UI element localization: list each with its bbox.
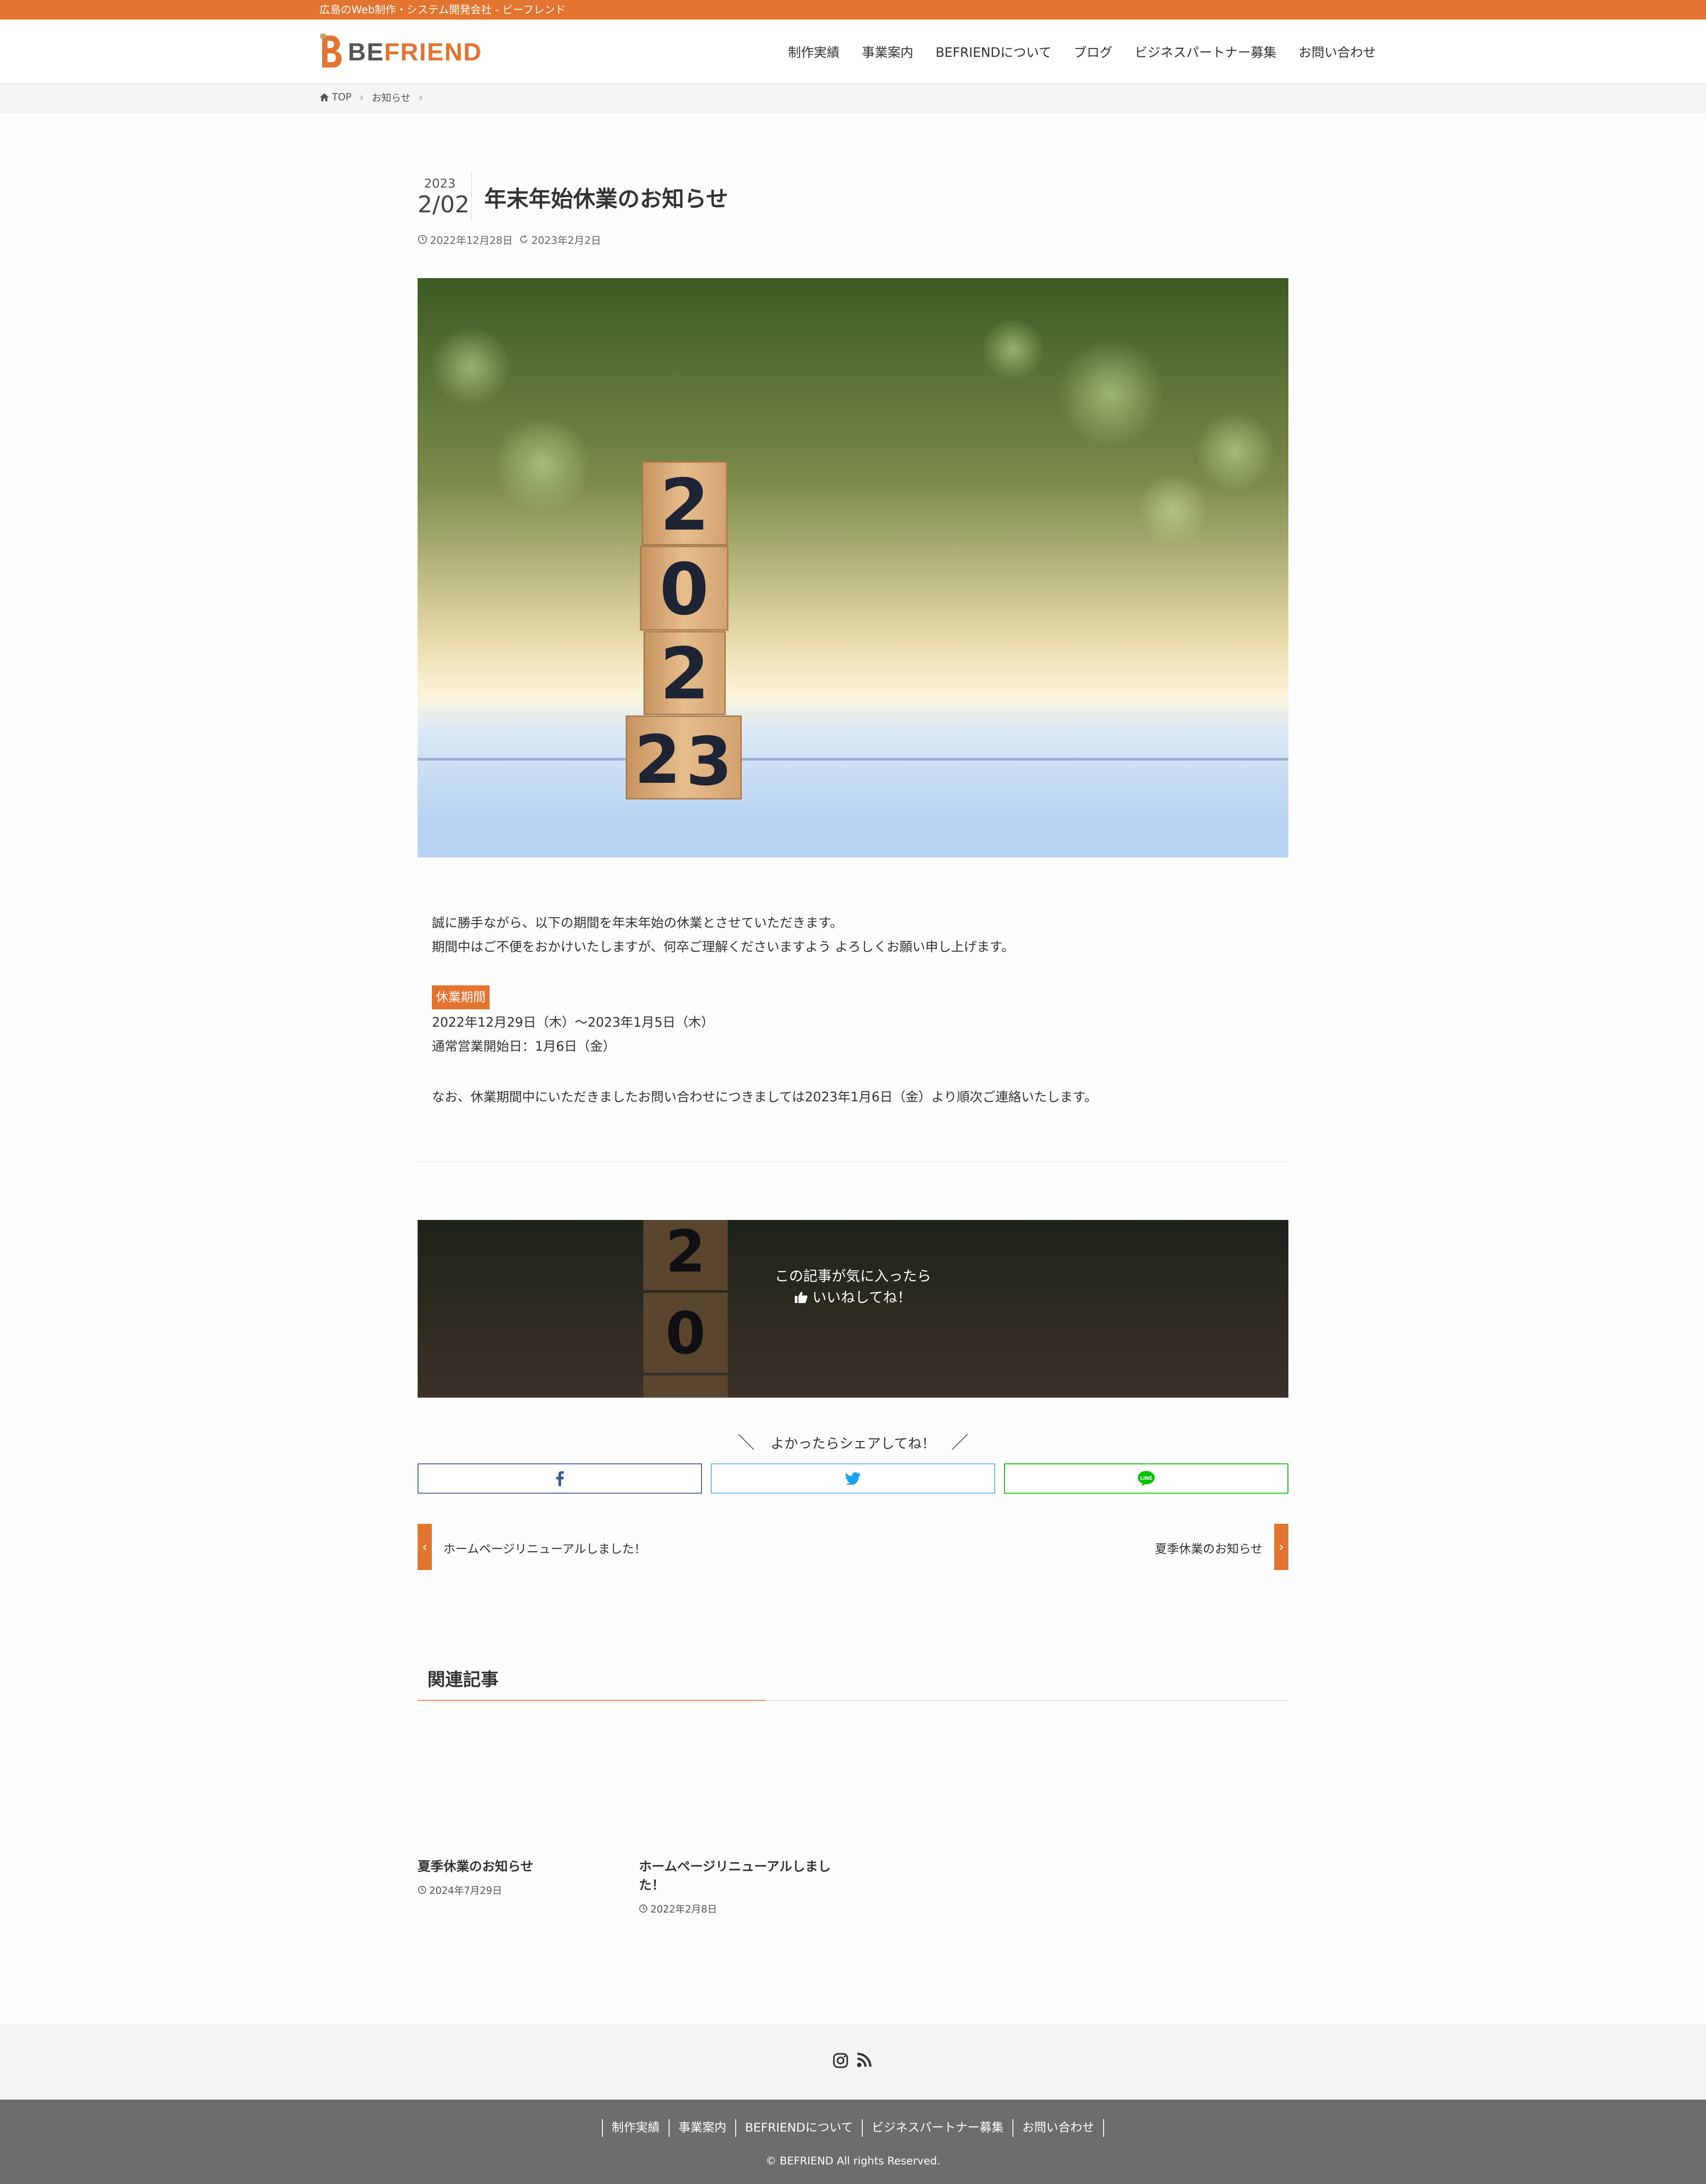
breadcrumb-category[interactable]: お知らせ [372, 90, 411, 104]
post-date-year: 2023 [424, 176, 456, 191]
related-item-1-date: 2024年7月29日 [418, 1883, 502, 1897]
home-icon [320, 93, 329, 101]
nav-contact[interactable]: お問い合わせ [1299, 42, 1376, 61]
clock-icon [418, 1885, 426, 1894]
share-heading-text: よかったらシェアしてね！ [770, 1436, 936, 1452]
next-post-tab[interactable]: › [1274, 1524, 1288, 1570]
share-line-button[interactable]: LINE [1004, 1463, 1288, 1494]
hero-digit-4: 2 [634, 721, 681, 799]
logo-b-icon [320, 34, 342, 68]
prev-post-tab[interactable]: ‹ [418, 1524, 432, 1570]
published-date: 2022年12月28日 [418, 232, 513, 247]
related-heading-accent [418, 1700, 766, 1701]
featured-image-art: 2 0 2 2 3 [418, 278, 1288, 857]
like-box-background: 2 0 [418, 1220, 1288, 1398]
like-line-2: いいねしてね！ [812, 1289, 912, 1306]
like-box-text: この記事が気に入ったら いいねしてね！ [418, 1265, 1288, 1308]
nav-services[interactable]: 事業案内 [862, 42, 913, 61]
line-icon-label: LINE [1140, 1475, 1152, 1481]
title-divider [471, 171, 472, 221]
top-bar: 広島のWeb制作・システム開発会社 - ビーフレンド [0, 0, 1706, 20]
updated-date-text: 2023年2月2日 [531, 235, 601, 247]
post-date-month-day: 2/02 [418, 191, 470, 218]
share-facebook-button[interactable] [418, 1463, 702, 1494]
nav-blog[interactable]: ブログ [1074, 42, 1112, 61]
updated-date: 2023年2月2日 [519, 232, 601, 247]
footer-nav-works[interactable]: 制作実績 [602, 2119, 669, 2137]
published-date-text: 2022年12月28日 [430, 235, 513, 247]
site-tagline: 広島のWeb制作・システム開発会社 - ビーフレンド [319, 4, 566, 16]
nav-works[interactable]: 制作実績 [788, 42, 840, 61]
share-heading: ＼ よかったらシェアしてね！ ／ [418, 1429, 1288, 1453]
hero-digit-5: 3 [686, 723, 732, 801]
logo-wordmark: BEFRIEND [348, 37, 482, 66]
instagram-icon[interactable] [833, 2052, 849, 2068]
breadcrumb: TOP › お知らせ › [0, 84, 1706, 113]
hero-digit-3: 2 [660, 632, 709, 715]
post-date-box: 2023 2/02 [418, 176, 470, 218]
logo-be: BE [348, 37, 384, 66]
logo-friend: FRIEND [384, 37, 482, 66]
closure-period-details: 2022年12月29日（木）〜2023年1月5日（木） 通常営業開始日：1月6日… [432, 1010, 714, 1058]
hero-digit-1: 2 [660, 463, 709, 546]
footer-nav-partner[interactable]: ビジネスパートナー募集 [862, 2119, 1012, 2137]
post-meta: 2022年12月28日 2023年2月2日 [418, 232, 601, 247]
closure-period-badge: 休業期間 [432, 985, 490, 1009]
share-twitter-button[interactable] [711, 1463, 995, 1494]
related-item-2-title[interactable]: ホームページリニューアルしまし た！ [639, 1857, 831, 1894]
slash-left-icon: ＼ [737, 1433, 755, 1452]
chevron-right-icon: › [1279, 1539, 1284, 1555]
like-line-1: この記事が気に入ったら [774, 1267, 931, 1284]
next-post-link[interactable]: 夏季休業のお知らせ [1155, 1539, 1263, 1557]
site-logo[interactable]: BEFRIEND [319, 34, 482, 69]
content-divider [418, 1161, 1288, 1162]
related-item-2-title-line-1: ホームページリニューアルしまし [639, 1859, 831, 1874]
twitter-icon [845, 1472, 860, 1485]
footer-nav-services[interactable]: 事業案内 [668, 2119, 735, 2137]
closure-period-text: 2022年12月29日（木）〜2023年1月5日（木） [432, 1015, 714, 1030]
chevron-left-icon: ‹ [422, 1539, 427, 1555]
footer-nav: 制作実績 事業案内 BEFRIENDについて ビジネスパートナー募集 お問い合わ… [0, 2119, 1706, 2137]
related-item-2-title-line-2: た！ [639, 1877, 665, 1893]
body-line-1: 誠に勝手ながら、以下の期間を年末年始の休業とさせていただきます。 [432, 915, 843, 930]
copyright: © BEFRIEND All rights Reserved. [765, 2155, 941, 2167]
breadcrumb-home-label: TOP [332, 92, 352, 103]
footer-nav-contact[interactable]: お問い合わせ [1012, 2119, 1104, 2137]
rss-icon[interactable] [857, 2052, 872, 2068]
line-icon: LINE [1138, 1471, 1155, 1486]
facebook-icon [556, 1471, 564, 1486]
page-title: 年末年始休業のお知らせ [484, 186, 728, 212]
body-paragraph-1: 誠に勝手ながら、以下の期間を年末年始の休業とさせていただきます。 期間中はご不便… [432, 911, 1014, 959]
slash-right-icon: ／ [951, 1433, 969, 1452]
hero-digit-2: 0 [659, 548, 709, 631]
prev-post-link[interactable]: ホームページリニューアルしました！ [443, 1539, 646, 1557]
chevron-right-icon: › [419, 91, 423, 104]
breadcrumb-home[interactable]: TOP [319, 92, 351, 103]
like-box[interactable]: 2 0 この記事が気に入ったら いいねしてね！ [418, 1220, 1288, 1398]
body-line-2: 期間中はご不便をおかけいたしますが、何卒ご理解くださいますよう よろしくお願い申… [432, 939, 1014, 954]
site-header: BEFRIEND 制作実績 事業案内 BEFRIENDについて ブログ ビジネス… [0, 20, 1706, 84]
related-item-2-date-text: 2022年2月8日 [650, 1904, 717, 1915]
footer-social-icons [833, 2052, 872, 2068]
related-heading: 関連記事 [427, 1670, 498, 1690]
nav-about[interactable]: BEFRIENDについて [936, 42, 1052, 61]
related-item-1-title[interactable]: 夏季休業のお知らせ [418, 1857, 533, 1876]
reopen-date-text: 通常営業開始日：1月6日（金） [432, 1039, 616, 1054]
clock-icon [418, 235, 427, 244]
refresh-icon [520, 235, 528, 243]
footer [0, 2100, 1706, 2184]
featured-image: 2 0 2 2 3 [418, 278, 1288, 857]
chevron-right-icon: › [359, 91, 364, 104]
clock-icon [639, 1904, 648, 1913]
inquiry-note: なお、休業期間中にいただきましたお問い合わせにつきましては2023年1月6日（金… [432, 1089, 1097, 1104]
global-nav: 制作実績 事業案内 BEFRIENDについて ブログ ビジネスパートナー募集 お… [788, 20, 1376, 83]
related-item-2-date: 2022年2月8日 [639, 1901, 717, 1916]
footer-nav-about[interactable]: BEFRIENDについて [735, 2119, 862, 2137]
related-item-1-date-text: 2024年7月29日 [429, 1885, 502, 1897]
thumbs-up-icon [795, 1291, 808, 1303]
nav-partner[interactable]: ビジネスパートナー募集 [1135, 42, 1276, 61]
